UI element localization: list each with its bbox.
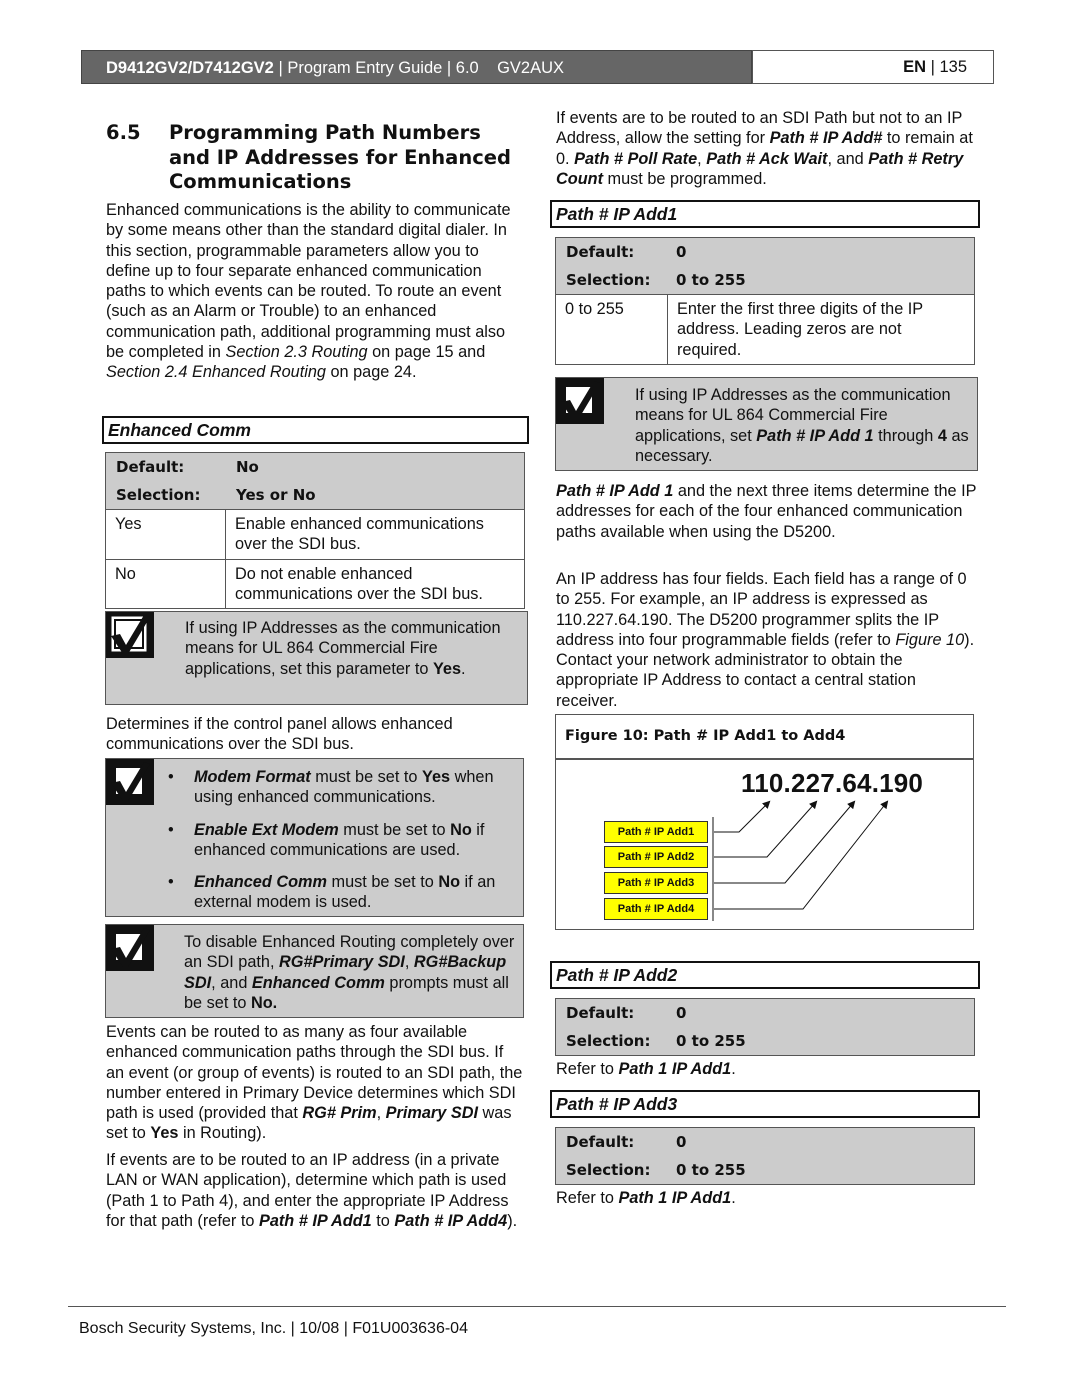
default-label: Default: xyxy=(116,458,185,476)
cross-reference-link[interactable]: Section 2.4 Enhanced Routing xyxy=(106,363,326,381)
option-cell: No xyxy=(106,559,226,609)
note-text: If using IP Addresses as the communicati… xyxy=(635,386,969,465)
footer-company: Bosch Security Systems, Inc. xyxy=(79,1320,287,1337)
cross-reference-link[interactable]: Path # IP Add1 xyxy=(259,1212,372,1230)
default-label: Default: xyxy=(566,1004,635,1022)
footer-doc-number: F01U003636-04 xyxy=(352,1320,468,1337)
separator: | xyxy=(442,59,456,77)
default-value: No xyxy=(236,458,259,476)
note-box: If using IP Addresses as the communicati… xyxy=(555,377,978,471)
param-table-ip-add1: Default: 0 Selection: 0 to 255 0 to 255 Ent… xyxy=(555,237,975,365)
selection-label: Selection: xyxy=(566,1032,651,1050)
selection-value: 0 to 255 xyxy=(676,271,746,289)
header-model: D9412GV2/D7412GV2 xyxy=(106,59,274,77)
cross-reference-link[interactable]: Section 2.3 Routing xyxy=(225,343,367,361)
default-label: Default: xyxy=(566,1133,635,1151)
header-lang: EN xyxy=(903,58,926,76)
default-value: 0 xyxy=(676,1133,687,1151)
routing-paragraph: Events can be routed to as many as four … xyxy=(106,1023,523,1143)
figure-reference-link[interactable]: Figure 10 xyxy=(895,631,964,649)
selection-label: Selection: xyxy=(566,1161,651,1179)
arrow-add2 xyxy=(714,800,818,858)
description-cell: Do not enable enhanced communications ov… xyxy=(235,564,483,603)
selection-value: 0 to 255 xyxy=(676,1161,746,1179)
checkbox-icon xyxy=(106,925,154,971)
cross-reference-link[interactable]: Path 1 IP Add1 xyxy=(618,1060,731,1078)
note-text: . xyxy=(461,659,466,678)
param-table-enhanced-comm: Default: No Selection: Yes or No Yes Enable… xyxy=(105,452,525,610)
note-list-item: Enable Ext Modem must be set to No if en… xyxy=(156,820,518,861)
param-title-ip-add2: Path # IP Add2 xyxy=(550,961,980,989)
refer-text: Refer to Path 1 IP Add1. xyxy=(556,1189,736,1207)
footer-date: 10/08 xyxy=(299,1320,340,1337)
ip-routing-paragraph: If events are to be routed to an IP addr… xyxy=(106,1151,518,1230)
default-value: 0 xyxy=(676,1004,687,1022)
separator: | xyxy=(926,58,940,76)
description-paragraph: Determines if the control panel allows e… xyxy=(106,715,453,754)
checkbox-icon xyxy=(106,612,154,658)
refer-text: Refer to Path 1 IP Add1. xyxy=(556,1060,736,1078)
note-box: To disable Enhanced Routing completely o… xyxy=(105,924,524,1018)
section-number: 6.5 xyxy=(106,121,141,144)
default-label: Default: xyxy=(566,243,635,261)
table-row: No Do not enable enhanced communications … xyxy=(106,558,524,609)
option-cell: Yes xyxy=(106,510,226,559)
param-table-ip-add2: Default: 0 Selection: 0 to 255 xyxy=(555,998,975,1056)
param-title-ip-add3: Path # IP Add3 xyxy=(550,1090,980,1118)
arrow-add1 xyxy=(714,800,771,833)
footer: Bosch Security Systems, Inc. | 10/08 | F… xyxy=(79,1320,468,1337)
checkbox-icon xyxy=(556,378,604,424)
note-text: To disable Enhanced Routing completely o… xyxy=(184,933,515,1012)
connector-arrows xyxy=(712,800,889,921)
description-cell: Enter the first three digits of the IP a… xyxy=(677,300,923,359)
cross-reference-link[interactable]: Path 1 IP Add1 xyxy=(618,1189,731,1207)
header-page-number: 135 xyxy=(939,58,967,76)
selection-value: 0 to 255 xyxy=(676,1032,746,1050)
header-section-code: GV2AUX xyxy=(497,59,565,77)
note-list-item: Enhanced Comm must be set to No if an ex… xyxy=(156,872,518,913)
cross-reference-link[interactable]: Path # IP Add4 xyxy=(394,1212,507,1230)
note-bold: Yes xyxy=(432,659,462,678)
description-cell: Enable enhanced communications over the … xyxy=(235,515,484,554)
note-list-item: Modem Format must be set to Yes when usi… xyxy=(156,767,518,808)
figure-10: Figure 10: Path # IP Add1 to Add4 110.22… xyxy=(555,714,974,930)
arrow-add4 xyxy=(714,800,889,910)
table-row: 0 to 255 Enter the first three digits of … xyxy=(556,294,974,364)
ip-fields-paragraph: An IP address has four fields. Each fiel… xyxy=(556,570,975,710)
selection-value: Yes or No xyxy=(236,486,316,504)
param-table-ip-add3: Default: 0 Selection: 0 to 255 xyxy=(555,1127,975,1185)
header-bar: D9412GV2/D7412GV2 | Program Entry Guide … xyxy=(81,50,752,84)
option-cell: 0 to 255 xyxy=(556,295,668,364)
ip-paths-paragraph: Path # IP Add 1 and the next three items… xyxy=(556,482,977,541)
note-list: Modem Format must be set to Yes when usi… xyxy=(156,767,518,925)
separator: | xyxy=(273,59,288,77)
note-box: Modem Format must be set to Yes when usi… xyxy=(105,758,524,917)
footer-divider xyxy=(68,1306,1006,1307)
param-title-ip-add1: Path # IP Add1 xyxy=(550,200,980,228)
selection-label: Selection: xyxy=(566,271,651,289)
table-row: Yes Enable enhanced communications over t… xyxy=(106,509,524,559)
param-title-enhanced-comm: Enhanced Comm xyxy=(102,416,529,444)
sdi-path-paragraph: If events are to be routed to an SDI Pat… xyxy=(556,109,973,188)
header-guide: Program Entry Guide xyxy=(287,59,443,77)
intro-paragraph: Enhanced communications is the ability t… xyxy=(106,201,511,382)
checkbox-icon xyxy=(106,759,154,805)
default-value: 0 xyxy=(676,243,687,261)
header-page-box: EN | 135 xyxy=(752,50,994,84)
header-version: 6.0 xyxy=(455,59,479,77)
selection-label: Selection: xyxy=(116,486,201,504)
section-title: Programming Path Numbers and IP Addresse… xyxy=(169,121,511,193)
note-box: If using IP Addresses as the communicati… xyxy=(105,611,528,705)
